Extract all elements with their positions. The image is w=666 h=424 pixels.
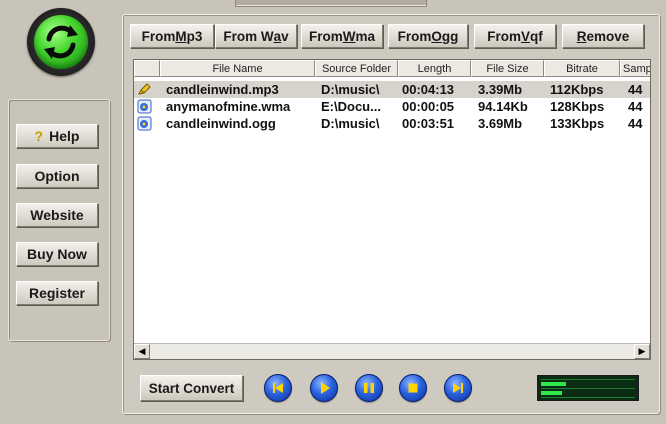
from-ogg-label-post: gg <box>441 28 459 44</box>
next-track-button[interactable] <box>444 374 472 402</box>
stop-icon <box>408 383 418 393</box>
from-wma-label-pre: From <box>308 28 343 44</box>
register-button[interactable]: Register <box>16 281 98 305</box>
skip-back-icon <box>273 383 283 393</box>
bitrate-cell: 112Kbps <box>550 82 604 97</box>
from-mp3-label-pre: From <box>141 28 176 44</box>
volume-level-meter <box>537 375 639 401</box>
file-list[interactable]: File Name Source Folder Length File Size… <box>133 59 651 360</box>
table-row[interactable]: candleinwind.ogg D:\music\ 00:03:51 3.69… <box>134 115 650 132</box>
scroll-left-arrow-icon[interactable]: ◀ <box>134 344 150 359</box>
file-size-cell: 3.69Mb <box>478 116 523 131</box>
meter-left-bar <box>541 382 566 386</box>
pause-icon <box>364 383 374 393</box>
pause-button[interactable] <box>355 374 383 402</box>
skip-forward-icon <box>453 383 463 393</box>
website-button-label: Website <box>30 207 84 223</box>
source-folder-cell: D:\music\ <box>321 116 380 131</box>
from-vqf-label-pre: From <box>487 28 521 44</box>
file-size-cell: 94.14Kb <box>478 99 528 114</box>
from-ogg-accelerator: O <box>431 28 442 44</box>
remove-button[interactable]: Remove <box>562 24 644 48</box>
play-button[interactable] <box>310 374 338 402</box>
from-vqf-accelerator: V <box>520 28 530 44</box>
buy-now-button-label: Buy Now <box>27 246 87 262</box>
register-button-label: Register <box>28 285 86 301</box>
sample-rate-cell: 44 <box>628 116 643 131</box>
from-mp3-button[interactable]: From Mp3 <box>130 24 214 48</box>
sample-rate-cell: 44 <box>628 82 643 97</box>
top-strip <box>235 0 427 7</box>
meter-line <box>541 379 635 380</box>
wma-file-icon <box>137 99 152 114</box>
horizontal-scrollbar[interactable]: ◀ ▶ <box>134 343 650 359</box>
length-cell: 00:00:05 <box>402 99 455 114</box>
column-header-source-folder[interactable]: Source Folder <box>315 60 398 77</box>
from-wav-accelerator: a <box>273 28 282 44</box>
play-icon <box>321 382 330 394</box>
table-row[interactable]: anymanofmine.wma E:\Docu... 00:00:05 94.… <box>134 98 650 115</box>
option-button-label: Option <box>34 168 80 184</box>
remove-accelerator: R <box>576 28 587 44</box>
meter-line <box>541 388 635 389</box>
start-convert-button[interactable]: Start Convert <box>140 375 243 401</box>
meter-right-bar <box>541 391 562 395</box>
refresh-icon <box>34 15 88 69</box>
source-folder-cell: E:\Docu... <box>321 99 381 114</box>
question-mark-icon: ? <box>34 128 44 144</box>
app-logo <box>27 8 95 76</box>
from-vqf-label-post: qf <box>530 28 543 44</box>
file-name-cell: candleinwind.mp3 <box>166 82 279 97</box>
from-mp3-accelerator: M <box>175 28 187 44</box>
option-button[interactable]: Option <box>16 164 98 188</box>
from-ogg-button[interactable]: From Ogg <box>388 24 468 48</box>
sample-rate-cell: 44 <box>628 99 643 114</box>
bitrate-cell: 133Kbps <box>550 116 605 131</box>
buy-now-button[interactable]: Buy Now <box>16 242 98 266</box>
file-size-cell: 3.39Mb <box>478 82 523 97</box>
column-header-file-name[interactable]: File Name <box>160 60 315 77</box>
meter-line <box>541 397 635 398</box>
column-header-length[interactable]: Length <box>398 60 471 77</box>
file-name-cell: candleinwind.ogg <box>166 116 276 131</box>
source-folder-cell: D:\music\ <box>321 82 380 97</box>
column-header-icon[interactable] <box>134 60 160 77</box>
ogg-file-icon <box>137 116 152 131</box>
from-mp3-label-post: p3 <box>186 28 203 44</box>
previous-track-button[interactable] <box>264 374 292 402</box>
from-wma-label-post: ma <box>355 28 375 44</box>
scroll-right-arrow-icon[interactable]: ▶ <box>634 344 650 359</box>
from-ogg-label-pre: From <box>397 28 432 44</box>
from-wav-button[interactable]: From Wav <box>215 24 297 48</box>
from-wav-label-pre: From W <box>223 28 274 44</box>
column-header-file-size[interactable]: File Size <box>471 60 544 77</box>
website-button[interactable]: Website <box>16 203 98 227</box>
length-cell: 00:03:51 <box>402 116 455 131</box>
help-button[interactable]: ? Help <box>16 124 98 148</box>
help-button-label: Help <box>49 128 80 144</box>
column-header-sample-rate[interactable]: Samp <box>620 60 650 77</box>
column-header-bitrate[interactable]: Bitrate <box>544 60 620 77</box>
table-row[interactable]: candleinwind.mp3 D:\music\ 00:04:13 3.39… <box>134 81 650 98</box>
from-wma-button[interactable]: From Wma <box>301 24 383 48</box>
from-wma-accelerator: W <box>342 28 356 44</box>
stop-button[interactable] <box>399 374 427 402</box>
from-vqf-button[interactable]: From Vqf <box>474 24 556 48</box>
file-name-cell: anymanofmine.wma <box>166 99 291 114</box>
mp3-file-icon <box>138 83 151 95</box>
from-wav-label-post: v <box>281 28 289 44</box>
bitrate-cell: 128Kbps <box>550 99 605 114</box>
remove-label-post: emove <box>586 28 630 44</box>
length-cell: 00:04:13 <box>402 82 455 97</box>
